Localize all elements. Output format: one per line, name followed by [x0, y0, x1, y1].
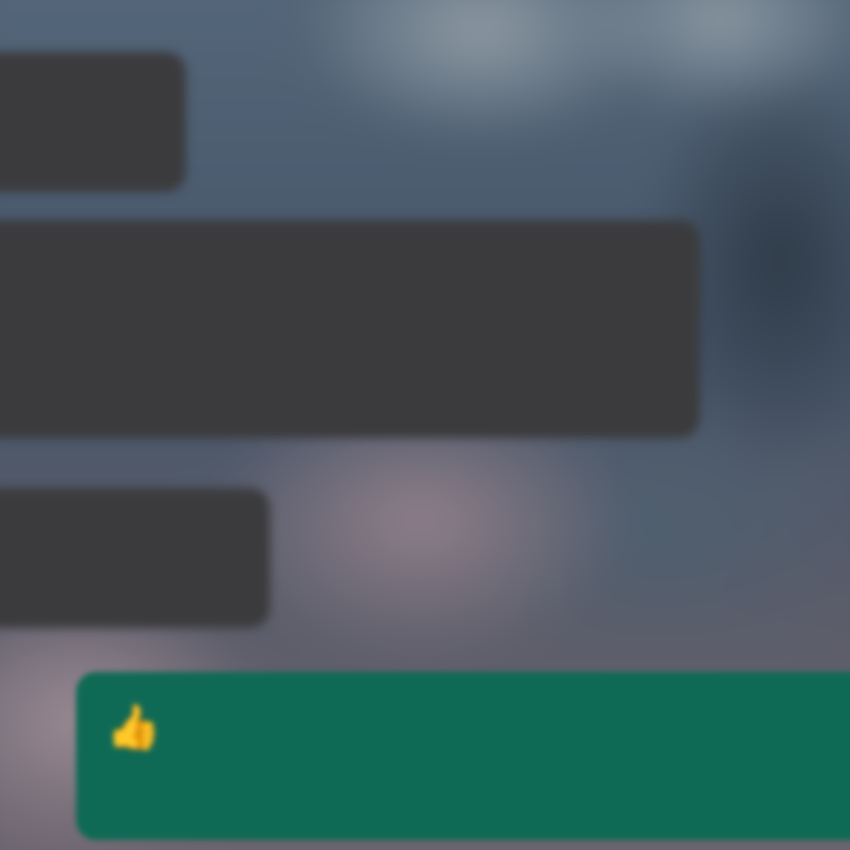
message-bubble-incoming[interactable]	[0, 488, 270, 628]
message-bubble-incoming[interactable]	[0, 220, 700, 438]
thumbs-up-emoji-icon: 👍	[106, 703, 162, 752]
message-text: 👍	[106, 694, 826, 760]
message-bubble-incoming[interactable]	[0, 52, 186, 192]
chat-screen: 👍	[0, 0, 850, 850]
message-bubble-outgoing[interactable]: 👍	[76, 672, 850, 840]
